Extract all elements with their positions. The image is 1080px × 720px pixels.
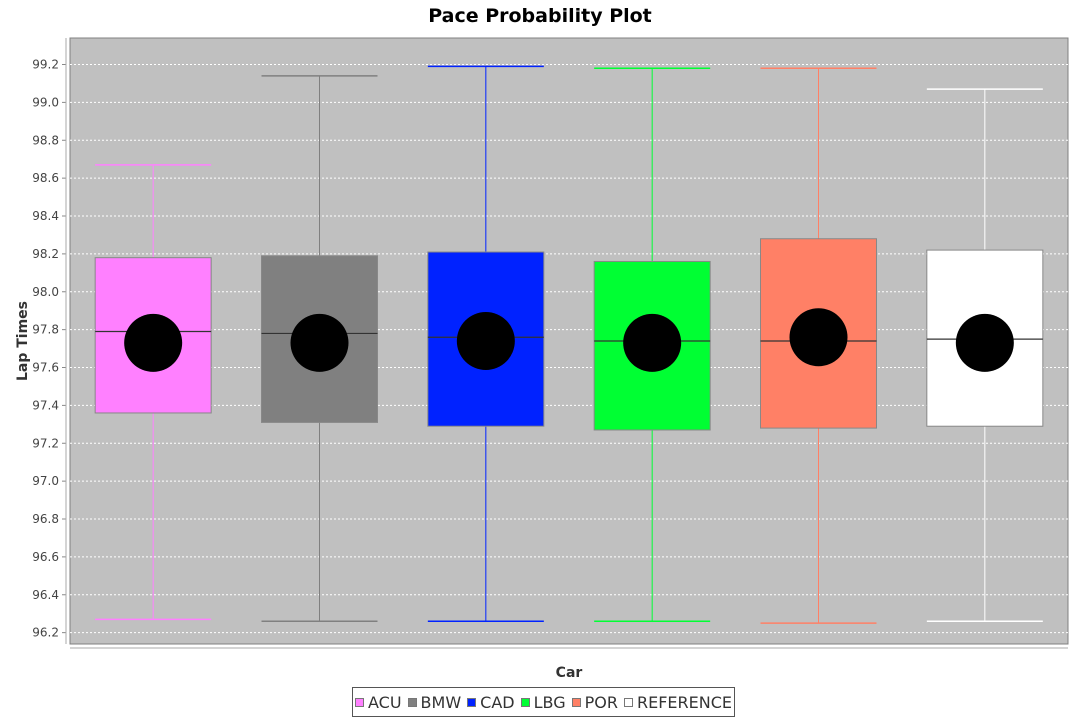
y-tick-label: 97.6 [32,361,59,375]
y-tick-label: 96.2 [32,626,59,640]
y-tick-label: 97.0 [32,474,59,488]
legend-swatch [520,697,530,707]
mean-marker [290,313,349,372]
legend-item-reference: REFERENCE [623,692,732,712]
legend-item-cad: CAD [467,692,515,712]
chart-legend: ACU BMW CAD LBG POR REFERENCE [352,687,735,717]
legend-swatch [355,697,364,707]
y-tick-label: 97.2 [32,436,59,450]
legend-swatch [571,697,581,707]
legend-item-bmw: BMW [407,692,462,712]
y-tick-label: 96.4 [32,588,59,602]
legend-swatch [467,697,477,707]
legend-swatch [623,697,633,707]
mean-marker [623,313,682,372]
pace-probability-chart: Pace Probability Plot 96.2 96.4 96.6 96.8 97… [15,5,1069,681]
plot-area [69,37,1069,645]
y-tick-label: 98.6 [32,171,59,185]
legend-label: BMW [420,692,462,712]
legend-item-acu: ACU [355,693,402,712]
legend-label: REFERENCE [636,692,732,712]
legend-item-lbg: LBG [520,692,566,712]
legend-label: LBG [533,692,566,712]
y-tick-label: 99.2 [32,58,59,72]
mean-marker [789,308,848,367]
y-axis-label: Lap Times [15,301,31,381]
y-tick-label: 98.0 [32,285,59,299]
legend-label: CAD [480,692,515,712]
y-tick-label: 97.8 [32,323,59,337]
y-tick-label: 98.4 [32,209,59,223]
x-axis-label: Car [556,665,583,681]
chart-title: Pace Probability Plot [428,5,652,27]
mean-marker [456,312,515,370]
y-tick-label: 96.8 [32,512,59,526]
y-tick-label: 97.4 [32,398,59,412]
mean-marker [124,313,183,372]
mean-marker [955,313,1014,372]
y-axis-ticks: 96.2 96.4 96.6 96.8 97.0 97.2 97.4 97.6 97.8 98.0… [32,58,66,640]
legend-label: POR [584,692,618,712]
y-tick-label: 98.8 [32,133,59,147]
legend-swatch [407,697,417,707]
y-tick-label: 96.6 [32,550,59,564]
legend-item-por: POR [571,692,618,712]
legend-label: ACU [368,692,402,712]
y-tick-label: 98.2 [32,247,59,261]
y-tick-label: 99.0 [32,95,59,109]
